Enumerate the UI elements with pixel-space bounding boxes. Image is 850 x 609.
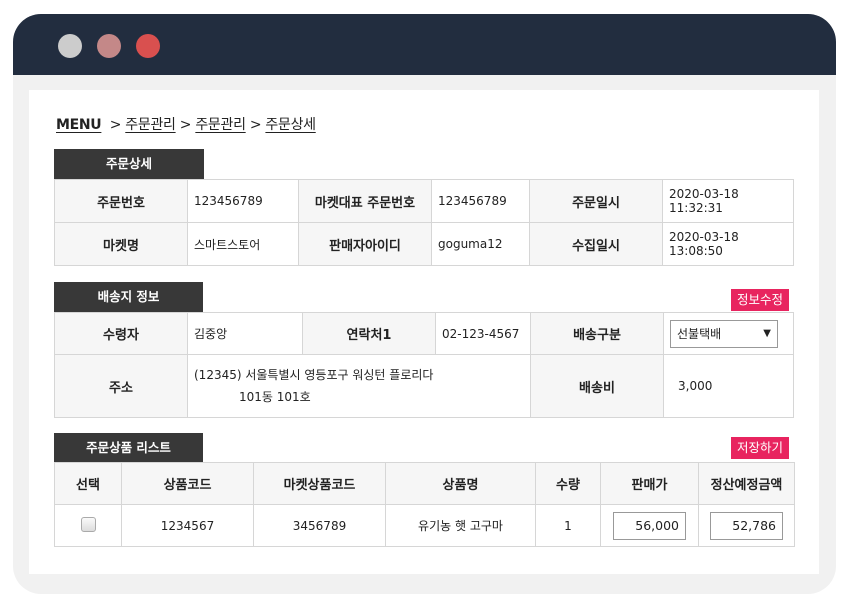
settle-cell: 52,786 <box>698 504 795 547</box>
column-header-price: 판매가 <box>600 462 699 505</box>
window-close-dot[interactable] <box>58 34 82 58</box>
contact-label: 연락처1 <box>302 312 436 355</box>
window-minimize-dot[interactable] <box>97 34 121 58</box>
order-number-value: 123456789 <box>187 179 299 223</box>
shipping-info-table: 수령자 김중앙 연락처1 02-123-4567 배송구분 선불택배 ▼ 주소 … <box>54 312 794 418</box>
save-button[interactable]: 저장하기 <box>731 437 790 459</box>
contact-value: 02-123-4567 <box>435 312 531 355</box>
chevron-down-icon: ▼ <box>763 327 771 339</box>
seller-id-value: goguma12 <box>431 222 530 266</box>
window-maximize-dot[interactable] <box>136 34 160 58</box>
order-number-label: 주문번호 <box>54 179 188 223</box>
market-product-code: 3456789 <box>253 504 386 547</box>
table-row: 1234567 3456789 유기농 햇 고구마 1 56,000 52,78… <box>54 504 795 547</box>
breadcrumb-item-current[interactable]: 주문상세 <box>265 117 316 133</box>
shipping-fee-value: 3,000 <box>663 354 794 418</box>
product-list-table: 선택 상품코드 마켓상품코드 상품명 수량 판매가 정산예정금액 1234567… <box>54 462 795 547</box>
market-order-number-value: 123456789 <box>431 179 530 223</box>
column-header-code: 상품코드 <box>121 462 254 505</box>
column-header-settle: 정산예정금액 <box>698 462 795 505</box>
address-line2: 101동 101호 <box>239 390 311 404</box>
column-header-name: 상품명 <box>385 462 536 505</box>
address-line1: (12345) 서울특별시 영등포구 워싱턴 플로리다 <box>194 368 434 382</box>
address-label: 주소 <box>54 354 188 418</box>
market-name-label: 마켓명 <box>54 222 188 266</box>
collect-date-value: 2020-03-18 13:08:50 <box>662 222 794 266</box>
column-header-qty: 수량 <box>535 462 601 505</box>
breadcrumb-menu-link[interactable]: MENU <box>56 117 102 133</box>
address-cell: (12345) 서울특별시 영등포구 워싱턴 플로리다 101동 101호 <box>187 354 531 418</box>
delivery-type-select[interactable]: 선불택배 ▼ <box>670 319 778 348</box>
column-header-select: 선택 <box>54 462 122 505</box>
seller-id-label: 판매자아이디 <box>298 222 432 266</box>
shipping-info-tab: 배송지 정보 <box>54 282 203 312</box>
product-code: 1234567 <box>121 504 254 547</box>
delivery-type-selected: 선불택배 <box>677 326 722 341</box>
market-name-value: 스마트스토어 <box>187 222 299 266</box>
collect-date-label: 수집일시 <box>529 222 663 266</box>
window-titlebar <box>13 14 836 75</box>
product-name: 유기농 햇 고구마 <box>385 504 536 547</box>
product-list-tab: 주문상품 리스트 <box>54 433 203 463</box>
order-date-value: 2020-03-18 11:32:31 <box>662 179 794 223</box>
price-input[interactable]: 56,000 <box>613 511 686 540</box>
order-detail-tab: 주문상세 <box>54 149 204 179</box>
receiver-value: 김중앙 <box>187 312 303 355</box>
delivery-type-cell: 선불택배 ▼ <box>663 312 794 355</box>
receiver-label: 수령자 <box>54 312 188 355</box>
breadcrumb: MENU > 주문관리 > 주문관리 > 주문상세 <box>56 117 316 133</box>
breadcrumb-item[interactable]: 주문관리 <box>195 117 246 133</box>
column-header-market-code: 마켓상품코드 <box>253 462 386 505</box>
row-checkbox[interactable] <box>80 516 96 532</box>
price-cell: 56,000 <box>600 504 699 547</box>
row-select-cell <box>54 504 122 547</box>
delivery-type-label: 배송구분 <box>530 312 664 355</box>
market-order-number-label: 마켓대표 주문번호 <box>298 179 432 223</box>
product-qty: 1 <box>535 504 601 547</box>
edit-info-button[interactable]: 정보수정 <box>731 289 790 311</box>
settle-amount-input[interactable]: 52,786 <box>710 511 783 540</box>
shipping-fee-label: 배송비 <box>530 354 664 418</box>
order-date-label: 주문일시 <box>529 179 663 223</box>
breadcrumb-item[interactable]: 주문관리 <box>125 117 176 133</box>
order-detail-table: 주문번호 123456789 마켓대표 주문번호 123456789 주문일시 … <box>54 179 794 266</box>
